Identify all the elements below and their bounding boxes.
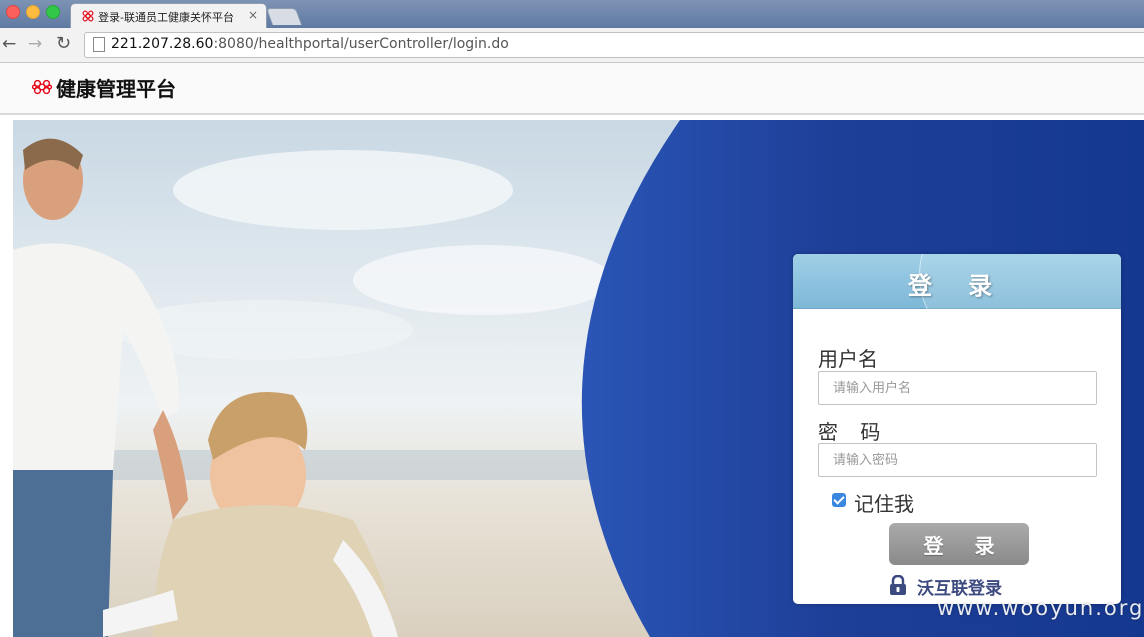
password-input[interactable] xyxy=(818,443,1097,477)
remember-me-label[interactable]: 记住我 xyxy=(854,488,914,517)
browser-titlebar: 登录-联通员工健康关怀平台 × xyxy=(0,0,1144,29)
new-tab-button[interactable] xyxy=(265,8,303,25)
lock-icon xyxy=(890,575,906,595)
remember-me-checkbox[interactable] xyxy=(832,493,846,507)
url-path: :8080/healthportal/userController/login.… xyxy=(213,36,509,52)
password-label: 密 码 xyxy=(818,420,889,444)
back-arrow-icon[interactable]: ← xyxy=(2,35,16,53)
login-panel: 登 录 用户名 密 码 记住我 登 录 沃互联登录 xyxy=(793,254,1121,604)
url-text[interactable]: 221.207.28.60:8080/healthportal/userCont… xyxy=(111,36,509,52)
login-button[interactable]: 登 录 xyxy=(889,523,1029,565)
forward-arrow-icon[interactable]: → xyxy=(28,35,42,53)
site-title: 健康管理平台 xyxy=(56,77,176,101)
username-label: 用户名 xyxy=(818,347,878,371)
login-panel-header: 登 录 xyxy=(793,254,1121,376)
tab-title: 登录-联通员工健康关怀平台 xyxy=(98,11,234,24)
zoom-window-button[interactable] xyxy=(46,5,60,19)
reload-icon[interactable]: ↻ xyxy=(56,35,71,53)
browser-tab[interactable]: 登录-联通员工健康关怀平台 × xyxy=(70,3,267,29)
address-bar[interactable]: 221.207.28.60:8080/healthportal/userCont… xyxy=(84,32,1144,58)
page-icon xyxy=(93,37,105,52)
minimize-window-button[interactable] xyxy=(26,5,40,19)
tab-close-icon[interactable]: × xyxy=(248,8,258,22)
site-header: 健康管理平台 xyxy=(0,63,1144,115)
china-unicom-favicon-icon xyxy=(82,10,94,22)
browser-navbar: ← → ↻ 221.207.28.60:8080/healthportal/us… xyxy=(0,28,1144,63)
url-host: 221.207.28.60 xyxy=(111,36,214,52)
china-unicom-knot-icon xyxy=(32,79,52,95)
close-window-button[interactable] xyxy=(6,5,20,19)
username-input[interactable] xyxy=(818,371,1097,405)
watermark-text: www.wooyun.org xyxy=(937,596,1144,620)
login-heading: 登 录 xyxy=(907,272,1007,300)
